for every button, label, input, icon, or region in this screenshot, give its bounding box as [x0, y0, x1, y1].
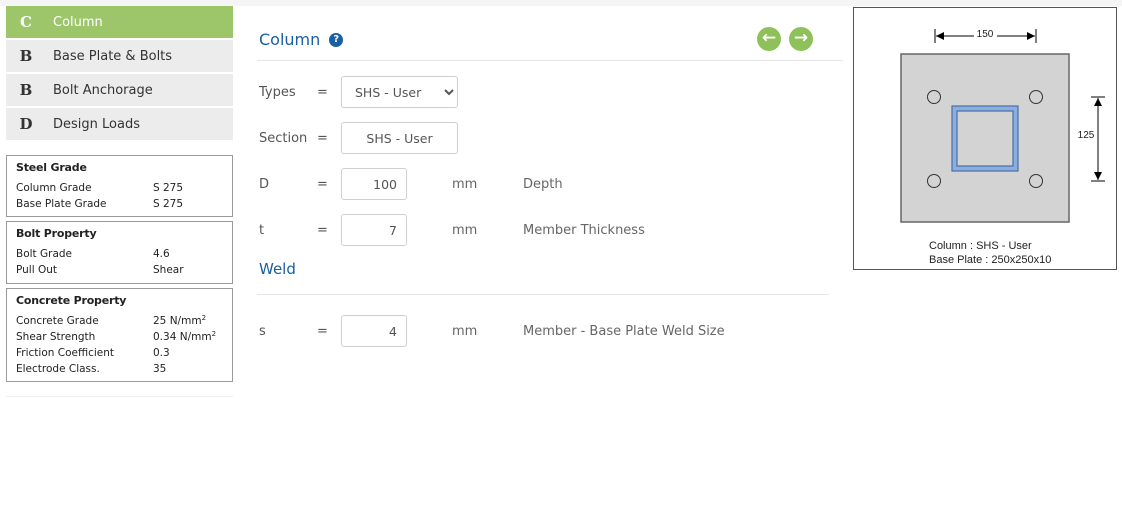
field-label: D [259, 176, 270, 192]
prop-row: Bolt Grade 4.6 [16, 246, 223, 262]
superscript: 2 [201, 314, 207, 322]
horizontal-dimension: 150 [934, 29, 1037, 43]
nav-letter: D [19, 115, 33, 133]
nav-letter: B [19, 81, 33, 99]
superscript: 2 [211, 330, 217, 338]
unit-label: mm [452, 323, 478, 339]
prop-value: 25 N/mm2 [153, 313, 206, 329]
nav-item-base-plate-bolts[interactable]: B Base Plate & Bolts [6, 40, 233, 72]
panel-title: Concrete Property [16, 294, 127, 307]
prop-key: Electrode Class. [16, 363, 100, 375]
weld-size-input[interactable] [341, 315, 407, 347]
field-label: t [259, 222, 265, 238]
prop-value: 4.6 [153, 248, 170, 260]
types-select[interactable]: SHS - User [341, 76, 458, 108]
nav-label: Column [53, 14, 103, 30]
caption-base-plate: Base Plate : 250x250x10 [929, 254, 1052, 266]
field-description: Depth [523, 176, 563, 192]
nav-item-bolt-anchorage[interactable]: B Bolt Anchorage [6, 74, 233, 106]
base-plate-diagram: 150 125 Column : SHS - User Base Plate :… [853, 7, 1117, 270]
prop-row: Column Grade S 275 [16, 180, 223, 196]
divider [257, 294, 829, 295]
prop-key: Bolt Grade [16, 248, 73, 260]
field-description: Member - Base Plate Weld Size [523, 323, 725, 339]
section-field[interactable]: SHS - User [341, 122, 458, 154]
nav-item-design-loads[interactable]: D Design Loads [6, 108, 233, 140]
nav-item-column[interactable]: C Column [6, 6, 233, 38]
prop-key: Friction Coefficient [16, 347, 115, 359]
prop-key: Shear Strength [16, 331, 96, 343]
prop-value: 0.34 N/mm2 [153, 329, 216, 345]
value-text: 0.34 N/mm [153, 331, 212, 343]
prop-value: 0.3 [153, 347, 170, 359]
prop-key: Concrete Grade [16, 315, 99, 327]
thickness-input[interactable] [341, 214, 407, 246]
caption-column: Column : SHS - User [929, 240, 1032, 252]
prop-row: Shear Strength 0.34 N/mm2 [16, 329, 223, 345]
arrow-left-circle-icon[interactable]: ← [757, 27, 781, 51]
panel-title: Bolt Property [16, 227, 97, 240]
field-description: Member Thickness [523, 222, 645, 238]
field-label: s [259, 323, 266, 339]
equals-sign: = [317, 323, 328, 339]
prop-value: S 275 [153, 198, 184, 210]
prop-row: Electrode Class. 35 [16, 361, 223, 377]
depth-row: D = mm Depth [259, 168, 563, 200]
prop-key: Column Grade [16, 182, 92, 194]
section-row: Section = SHS - User [259, 122, 458, 154]
nav-letter: C [20, 13, 32, 31]
question-circle-icon[interactable]: ? [329, 32, 344, 47]
prop-value: 35 [153, 363, 167, 375]
nav-letter: B [19, 47, 33, 65]
field-label: Types [259, 84, 296, 100]
types-row: Types = SHS - User [259, 76, 458, 108]
nav-label: Base Plate & Bolts [53, 48, 173, 64]
equals-sign: = [317, 222, 328, 238]
vertical-dimension: 125 [1075, 96, 1105, 182]
depth-input[interactable] [341, 168, 407, 200]
prop-row: Concrete Grade 25 N/mm2 [16, 313, 223, 329]
steel-grade-panel: Steel Grade Column Grade S 275 Base Plat… [6, 155, 233, 217]
dim-vertical-label: 125 [1078, 130, 1095, 141]
prop-row: Base Plate Grade S 275 [16, 196, 223, 212]
step-arrows: ← → [757, 27, 813, 51]
prop-row: Pull Out Shear [16, 262, 223, 278]
column-section-inner [956, 110, 1014, 167]
prop-row: Friction Coefficient 0.3 [16, 345, 223, 361]
arrow-right-circle-icon[interactable]: → [789, 27, 813, 51]
divider [6, 396, 233, 397]
bolt-property-panel: Bolt Property Bolt Grade 4.6 Pull Out Sh… [6, 221, 233, 284]
unit-label: mm [452, 222, 478, 238]
unit-label: mm [452, 176, 478, 192]
nav-label: Design Loads [53, 116, 140, 132]
value-text: 25 N/mm [153, 315, 202, 327]
panel-title: Steel Grade [16, 161, 87, 174]
weld-section-title: Weld [259, 260, 296, 278]
equals-sign: = [317, 130, 328, 146]
prop-value: Shear [153, 264, 184, 276]
section-title: Column ? [259, 30, 344, 49]
prop-value: S 275 [153, 182, 184, 194]
prop-key: Base Plate Grade [16, 198, 107, 210]
field-label: Section [259, 130, 308, 146]
dim-horizontal-label: 150 [977, 29, 994, 40]
step-navigation: C Column B Base Plate & Bolts B Bolt Anc… [6, 6, 233, 142]
weld-row: s = mm Member - Base Plate Weld Size [259, 315, 725, 347]
equals-sign: = [317, 176, 328, 192]
prop-key: Pull Out [16, 264, 58, 276]
equals-sign: = [317, 84, 328, 100]
section-title-text: Column [259, 30, 321, 49]
thickness-row: t = mm Member Thickness [259, 214, 645, 246]
diagram-svg: 150 125 [900, 29, 1105, 223]
concrete-property-panel: Concrete Property Concrete Grade 25 N/mm… [6, 288, 233, 382]
nav-label: Bolt Anchorage [53, 82, 153, 98]
divider [257, 60, 843, 61]
